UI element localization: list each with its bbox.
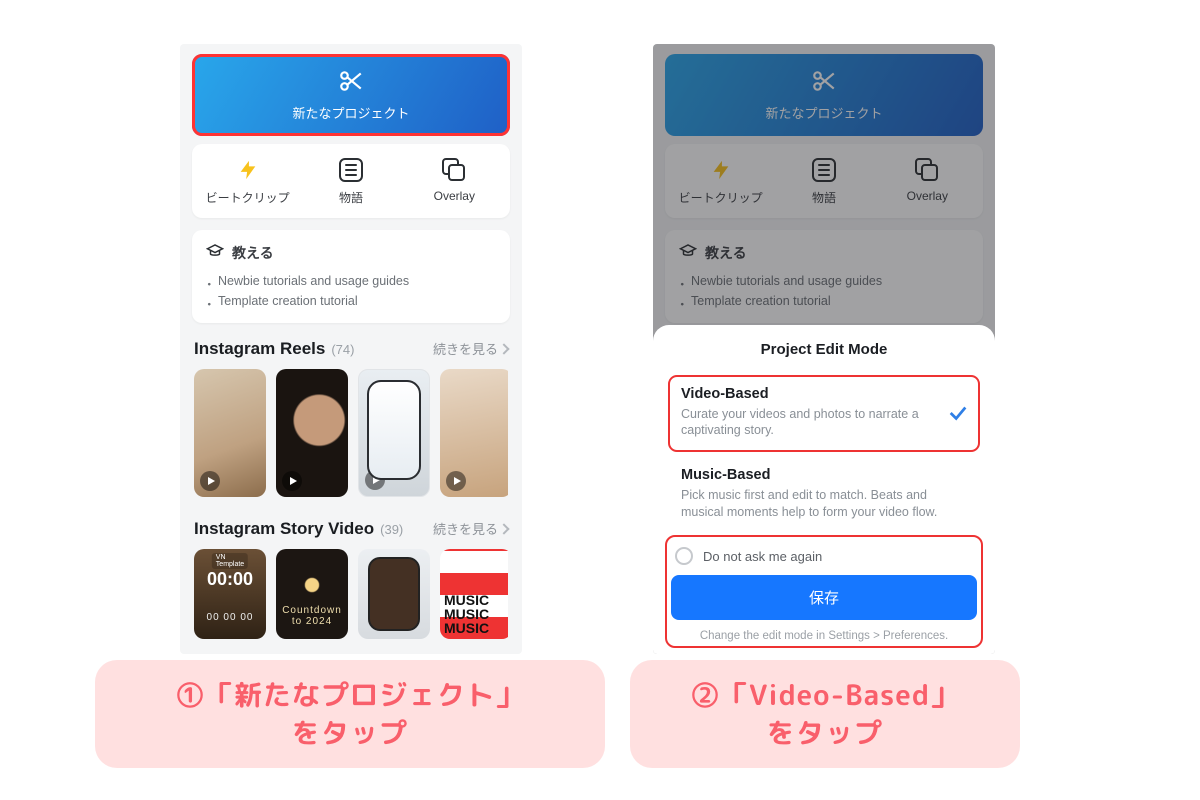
play-icon — [282, 471, 302, 491]
list-icon — [339, 158, 363, 182]
reel-thumb[interactable] — [276, 369, 348, 497]
story-thumb[interactable]: VN Template 00:00 00 00 00 — [194, 549, 266, 639]
chevron-right-icon — [498, 343, 509, 354]
settings-hint: Change the edit mode in Settings > Prefe… — [671, 630, 977, 642]
see-more-link[interactable]: 続きを見る — [433, 519, 508, 538]
bolt-icon — [236, 158, 260, 182]
teach-card[interactable]: 教える Newbie tutorials and usage guides Te… — [192, 230, 510, 323]
annotation-step-1: ①「新たなプロジェクト」をタップ — [95, 660, 605, 768]
chevron-right-icon — [498, 523, 509, 534]
reel-thumb[interactable] — [194, 369, 266, 497]
save-button[interactable]: 保存 — [671, 575, 977, 620]
check-icon — [947, 402, 969, 424]
story-thumb[interactable]: MUSIC MUSIC MUSIC — [440, 549, 508, 639]
teach-item[interactable]: Newbie tutorials and usage guides — [206, 271, 496, 291]
story-thumb[interactable]: Countdown to 2024 — [276, 549, 348, 639]
play-icon — [365, 470, 385, 490]
section-title: Instagram Reels — [194, 339, 325, 359]
save-group: Do not ask me again 保存 Change the edit m… — [669, 539, 979, 644]
story-button[interactable]: 物語 — [300, 158, 402, 206]
section-count: (39) — [380, 522, 403, 537]
new-project-button[interactable]: 新たなプロジェクト — [192, 54, 510, 136]
beat-clip-button[interactable]: ビートクリップ — [197, 158, 299, 206]
teach-title: 教える — [232, 243, 274, 263]
section-reels: Instagram Reels (74) 続きを見る — [180, 339, 522, 497]
radio-unchecked-icon[interactable] — [675, 547, 693, 565]
dont-ask-row[interactable]: Do not ask me again — [671, 541, 977, 575]
option-video-based[interactable]: Video-Based Curate your videos and photo… — [669, 376, 979, 452]
play-icon — [446, 471, 466, 491]
reel-thumb[interactable] — [358, 369, 430, 497]
reel-thumb[interactable] — [440, 369, 508, 497]
section-story-video: Instagram Story Video (39) 続きを見る VN Temp… — [180, 519, 522, 639]
see-more-link[interactable]: 続きを見る — [433, 339, 508, 358]
play-icon — [200, 471, 220, 491]
sheet-title: Project Edit Mode — [669, 341, 979, 358]
quick-actions-card: ビートクリップ 物語 Overlay — [192, 144, 510, 218]
annotation-step-2: ②「Video-Based」をタップ — [630, 660, 1020, 768]
teach-item[interactable]: Template creation tutorial — [206, 291, 496, 311]
overlay-button[interactable]: Overlay — [403, 158, 505, 206]
story-thumb[interactable] — [358, 549, 430, 639]
overlay-icon — [442, 158, 466, 182]
option-music-based[interactable]: Music-Based Pick music first and edit to… — [669, 457, 979, 533]
section-count: (74) — [331, 342, 354, 357]
new-project-label: 新たなプロジェクト — [292, 103, 409, 122]
phone-right: 新たなプロジェクト ビートクリップ 物語 Overlay 教える Newbie … — [653, 44, 995, 654]
section-title: Instagram Story Video — [194, 519, 374, 539]
scissors-icon — [338, 68, 364, 97]
phone-left: 新たなプロジェクト ビートクリップ 物語 Overlay 教える Newbie — [180, 44, 522, 654]
graduation-cap-icon — [206, 242, 224, 263]
edit-mode-sheet: Project Edit Mode Video-Based Curate you… — [653, 325, 995, 655]
